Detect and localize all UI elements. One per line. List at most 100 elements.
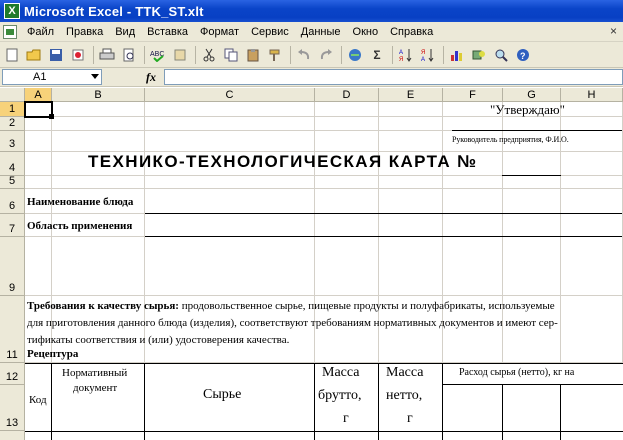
- save-button[interactable]: [46, 45, 66, 65]
- redo-button[interactable]: [316, 45, 336, 65]
- table-border: [442, 384, 623, 385]
- table-header-gross-1: Масса: [322, 365, 360, 380]
- svg-text:Я: Я: [421, 50, 425, 56]
- fill-handle[interactable]: [49, 114, 54, 119]
- row-header-3[interactable]: 3: [0, 131, 25, 152]
- name-box[interactable]: A1: [2, 69, 102, 85]
- print-preview-icon: [123, 48, 134, 61]
- excel-app-icon: X: [4, 3, 20, 19]
- dish-name-label: Наименование блюда: [27, 196, 134, 208]
- standard-toolbar: ABC Σ AЯ ЯA ?: [0, 42, 623, 68]
- row-header-2[interactable]: 2: [0, 117, 25, 131]
- menu-format[interactable]: Формат: [194, 26, 245, 38]
- paste-button[interactable]: [243, 45, 263, 65]
- toolbar-separator: [144, 45, 145, 64]
- svg-text:Я: Я: [399, 57, 403, 62]
- column-header-d[interactable]: D: [315, 88, 379, 102]
- sort-ascending-button[interactable]: AЯ: [396, 45, 416, 65]
- formula-input[interactable]: [164, 69, 623, 85]
- help-icon: ?: [517, 48, 529, 61]
- svg-text:?: ?: [520, 51, 526, 61]
- table-header-net-2: нетто,: [386, 388, 423, 403]
- quality-requirements-text1: продовольственное сырье, пищевые продукт…: [178, 300, 555, 312]
- permission-icon: [72, 49, 84, 60]
- cut-button[interactable]: [199, 45, 219, 65]
- row-header-13[interactable]: 13: [0, 385, 25, 431]
- quality-requirements-line2: для приготовления данного блюда (изделия…: [27, 317, 558, 329]
- row-header-5[interactable]: 5: [0, 175, 25, 189]
- menu-insert[interactable]: Вставка: [141, 26, 194, 38]
- help-button[interactable]: ?: [513, 45, 533, 65]
- close-icon[interactable]: ×: [610, 24, 617, 38]
- autosum-icon: Σ: [373, 47, 381, 62]
- sort-descending-button[interactable]: ЯA: [418, 45, 438, 65]
- column-header-a[interactable]: A: [25, 88, 52, 102]
- zoom-button[interactable]: [491, 45, 511, 65]
- row-header-7[interactable]: 7: [0, 214, 25, 237]
- table-header-norm-doc-1: Нормативный: [62, 367, 128, 379]
- table-header-net-1: Масса: [386, 365, 424, 380]
- signature-line: [452, 130, 622, 131]
- copy-button[interactable]: [221, 45, 241, 65]
- permission-button[interactable]: [68, 45, 88, 65]
- row-header-12[interactable]: 12: [0, 363, 25, 385]
- chart-icon: [451, 50, 462, 61]
- drawing-button[interactable]: [469, 45, 489, 65]
- zoom-icon: [495, 49, 508, 62]
- menu-file[interactable]: Файл: [21, 26, 60, 38]
- row-header-11[interactable]: 11: [0, 296, 25, 363]
- open-button[interactable]: [24, 45, 44, 65]
- menu-help[interactable]: Справка: [384, 26, 439, 38]
- menu-view[interactable]: Вид: [109, 26, 141, 38]
- gridline: [25, 188, 623, 189]
- print-button[interactable]: [97, 45, 117, 65]
- table-header-gross-3: г: [343, 411, 349, 426]
- chevron-down-icon[interactable]: [91, 74, 99, 79]
- menu-tools[interactable]: Сервис: [245, 26, 295, 38]
- row-header-1[interactable]: 1: [0, 102, 25, 117]
- redo-icon: [320, 48, 332, 59]
- new-document-button[interactable]: [2, 45, 22, 65]
- title-bar[interactable]: X Microsoft Excel - TTK_ST.xlt: [0, 0, 623, 22]
- row-header-4[interactable]: 4: [0, 152, 25, 176]
- menu-data[interactable]: Данные: [295, 26, 347, 38]
- format-painter-button[interactable]: [265, 45, 285, 65]
- select-all-corner[interactable]: [0, 88, 25, 102]
- copy-icon: [224, 48, 238, 61]
- table-border: [442, 363, 443, 440]
- menu-edit[interactable]: Правка: [60, 26, 109, 38]
- drawing-icon: [472, 50, 485, 59]
- row-header-6[interactable]: 6: [0, 189, 25, 214]
- workbook-icon[interactable]: [3, 24, 17, 39]
- insert-function-icon[interactable]: fx: [146, 70, 156, 85]
- active-cell-a1[interactable]: [24, 101, 54, 119]
- autosum-button[interactable]: Σ: [367, 45, 387, 65]
- formula-bar: A1 fx: [0, 68, 623, 87]
- print-preview-button[interactable]: [119, 45, 139, 65]
- row-header-14[interactable]: [0, 431, 25, 440]
- menu-window[interactable]: Окно: [347, 26, 385, 38]
- chart-wizard-button[interactable]: [447, 45, 467, 65]
- new-document-icon: [6, 48, 18, 61]
- row-header-9[interactable]: 9: [0, 237, 25, 296]
- column-header-c[interactable]: C: [145, 88, 315, 102]
- column-header-h[interactable]: H: [561, 88, 623, 102]
- toolbar-separator: [195, 45, 196, 64]
- scissors-icon: [203, 48, 215, 61]
- column-header-e[interactable]: E: [379, 88, 443, 102]
- dish-name-underline: [145, 213, 622, 214]
- table-border: [378, 363, 379, 440]
- table-border: [314, 363, 315, 440]
- hyperlink-button[interactable]: [345, 45, 365, 65]
- spelling-button[interactable]: ABC: [148, 45, 168, 65]
- table-header-consumption: Расход сырья (нетто), кг на: [459, 367, 575, 378]
- hyperlink-icon: [349, 48, 361, 61]
- column-header-g[interactable]: G: [503, 88, 561, 102]
- undo-button[interactable]: [294, 45, 314, 65]
- column-header-f[interactable]: F: [443, 88, 503, 102]
- spreadsheet-grid[interactable]: A B C D E F G H 1 2 3 4 5 6 7 9 11 12 13…: [0, 88, 623, 440]
- table-header-net-3: г: [407, 411, 413, 426]
- column-header-b[interactable]: B: [52, 88, 145, 102]
- research-button[interactable]: [170, 45, 190, 65]
- name-box-value: A1: [33, 71, 47, 83]
